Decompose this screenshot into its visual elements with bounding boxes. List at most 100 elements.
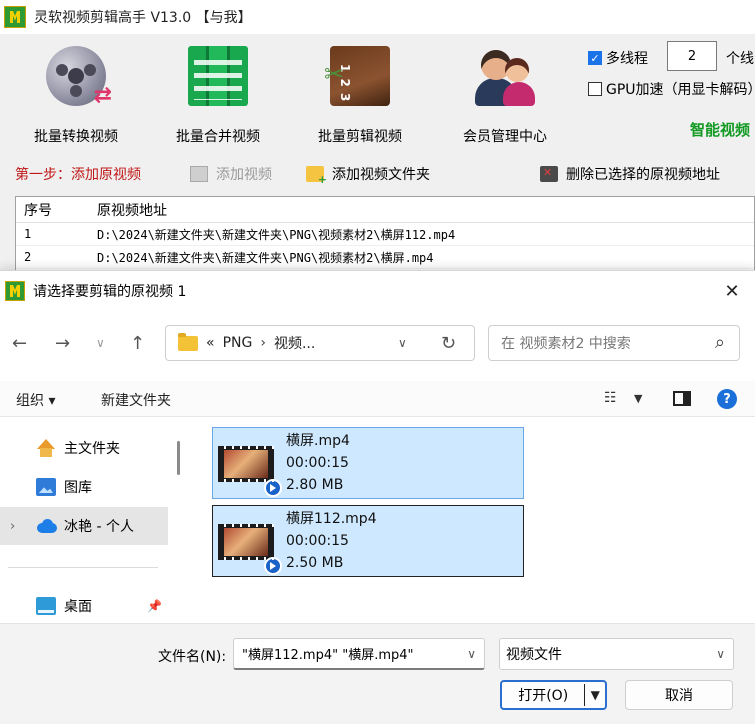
file-type-select[interactable]: 视频文件 ∨: [499, 638, 734, 670]
forward-arrow-icon[interactable]: →: [55, 333, 70, 354]
add-video-button[interactable]: 添加视频: [190, 164, 272, 184]
chevron-right-icon[interactable]: ›: [10, 519, 15, 534]
file-duration: 00:00:15: [286, 455, 349, 471]
chevron-down-icon[interactable]: ∨: [398, 336, 407, 350]
file-size: 2.50 MB: [286, 555, 344, 571]
film-strips-merge-icon: [188, 46, 248, 106]
gpu-accel-checkbox[interactable]: GPU加速（用显卡解码）: [588, 79, 755, 99]
home-icon: [36, 439, 56, 457]
delete-selected-button[interactable]: 删除已选择的原视频地址: [540, 164, 720, 184]
open-button-label: 打开(O): [518, 688, 569, 704]
file-item[interactable]: 横屏.mp4 00:00:15 2.80 MB: [212, 427, 524, 499]
search-placeholder: 在 视频素材2 中搜索: [501, 336, 631, 352]
multithread-checkbox[interactable]: ✓ 多线程: [588, 48, 648, 68]
row-path: D:\2024\新建文件夹\新建文件夹\PNG\视频素材2\横屏.mp4: [97, 250, 434, 265]
column-header-index[interactable]: 序号: [16, 200, 91, 220]
sidebar-item-label: 冰艳 - 个人: [64, 519, 134, 535]
cancel-button[interactable]: 取消: [625, 680, 733, 710]
chevron-down-icon[interactable]: ∨: [716, 647, 725, 661]
delete-icon: [540, 166, 558, 182]
organize-menu[interactable]: 组织 ▾: [16, 390, 55, 410]
navigation-pane: 主文件夹 图库 › 冰艳 - 个人 桌面 📌: [0, 421, 170, 623]
up-arrow-icon[interactable]: ↑: [130, 333, 145, 354]
film-reel-convert-icon: [46, 46, 112, 108]
table-row[interactable]: 2 D:\2024\新建文件夹\新建文件夹\PNG\视频素材2\横屏.mp4: [16, 246, 754, 269]
step-title: 第一步：添加原视频: [15, 167, 141, 183]
batch-convert-button[interactable]: 批量转换视频: [16, 42, 136, 150]
gpu-accel-label: GPU加速（用显卡解码）: [606, 82, 755, 98]
multithread-label: 多线程: [606, 51, 648, 67]
sidebar-item-desktop[interactable]: 桌面 📌: [0, 587, 168, 625]
sidebar-item-label: 桌面: [64, 599, 92, 615]
table-row[interactable]: 1 D:\2024\新建文件夹\新建文件夹\PNG\视频素材2\横屏112.mp…: [16, 223, 754, 246]
new-folder-button[interactable]: 新建文件夹: [101, 390, 171, 410]
checkbox-unchecked-icon: [588, 82, 602, 96]
file-name: 横屏112.mp4: [286, 511, 377, 527]
member-center-label: 会员管理中心: [463, 129, 547, 145]
filename-input[interactable]: "横屏112.mp4" "横屏.mp4" ∨: [233, 638, 485, 670]
folder-add-icon: [306, 166, 327, 186]
back-arrow-icon[interactable]: ←: [12, 333, 27, 354]
row-index: 1: [24, 227, 32, 241]
sidebar-item-label: 图库: [64, 480, 92, 496]
close-icon[interactable]: ✕: [719, 279, 745, 303]
add-folder-button[interactable]: 添加视频文件夹: [306, 164, 430, 186]
smart-video-label[interactable]: 智能视频: [690, 119, 750, 140]
video-thumbnail: [218, 524, 282, 575]
delete-selected-label: 删除已选择的原视频地址: [566, 167, 720, 183]
row-path: D:\2024\新建文件夹\新建文件夹\PNG\视频素材2\横屏112.mp4: [97, 227, 456, 242]
filename-value: "横屏112.mp4" "横屏.mp4": [242, 648, 414, 663]
member-center-button[interactable]: 会员管理中心: [445, 42, 565, 150]
view-dropdown-icon[interactable]: ▼: [634, 392, 642, 405]
media-player-icon: [264, 479, 282, 497]
sidebar-item-onedrive[interactable]: › 冰艳 - 个人: [0, 507, 168, 545]
open-button[interactable]: 打开(O) ▼: [500, 680, 607, 710]
filename-label: 文件名(N):: [158, 649, 227, 665]
file-list[interactable]: 横屏.mp4 00:00:15 2.80 MB 横屏112.mp4 00:00:…: [190, 421, 755, 623]
thread-unit-label: 个线: [726, 51, 754, 67]
file-duration: 00:00:15: [286, 533, 349, 549]
open-file-dialog: 请选择要剪辑的原视频 1 ✕ ← → ∨ ↑ « PNG › 视频... ∨ ↻…: [0, 270, 755, 724]
table-header: 序号 原视频地址: [16, 197, 754, 223]
sidebar-item-label: 主文件夹: [64, 441, 120, 457]
media-player-icon: [264, 557, 282, 575]
dialog-titlebar: 请选择要剪辑的原视频 1 ✕: [0, 271, 755, 311]
column-header-path[interactable]: 原视频地址: [91, 200, 754, 220]
breadcrumb-overflow[interactable]: «: [206, 335, 215, 351]
search-box[interactable]: 在 视频素材2 中搜索 ⌕: [488, 325, 740, 361]
refresh-icon[interactable]: ↻: [441, 333, 456, 354]
batch-edit-label: 批量剪辑视频: [318, 129, 402, 145]
sidebar-item-home[interactable]: 主文件夹: [0, 429, 168, 467]
preview-pane-icon[interactable]: [673, 391, 691, 406]
breadcrumb-png[interactable]: PNG: [223, 335, 253, 351]
help-icon[interactable]: ?: [717, 389, 737, 409]
batch-edit-button[interactable]: 批量剪辑视频: [300, 42, 420, 150]
chevron-down-icon[interactable]: ∨: [467, 647, 476, 661]
batch-merge-button[interactable]: 批量合并视频: [158, 42, 278, 150]
sidebar-item-gallery[interactable]: 图库: [0, 468, 168, 506]
film-icon: [190, 166, 208, 182]
open-dropdown-icon[interactable]: ▼: [585, 688, 605, 702]
app-logo-icon: [4, 6, 26, 28]
file-item[interactable]: 横屏112.mp4 00:00:15 2.50 MB: [212, 505, 524, 577]
video-list-table[interactable]: 序号 原视频地址 1 D:\2024\新建文件夹\新建文件夹\PNG\视频素材2…: [15, 196, 755, 276]
pin-icon[interactable]: 📌: [147, 599, 162, 613]
add-video-label: 添加视频: [216, 167, 272, 183]
dialog-title: 请选择要剪辑的原视频 1: [33, 284, 187, 300]
breadcrumb-video-folder[interactable]: 视频...: [274, 333, 315, 353]
file-type-value: 视频文件: [506, 647, 562, 663]
search-icon[interactable]: ⌕: [715, 332, 725, 353]
file-size: 2.80 MB: [286, 477, 344, 493]
sidebar-scrollbar[interactable]: [177, 441, 180, 475]
sidebar-divider: [8, 567, 158, 568]
breadcrumb-separator[interactable]: ›: [260, 335, 266, 351]
folder-icon: [178, 332, 198, 351]
recent-dropdown-icon[interactable]: ∨: [96, 336, 105, 350]
app-title: 灵软视频剪辑高手 V13.0 【与我】: [34, 10, 252, 26]
address-bar[interactable]: « PNG › 视频... ∨ ↻: [165, 325, 475, 361]
desktop-icon: [36, 597, 56, 615]
thread-count-input[interactable]: 2: [667, 41, 717, 71]
checkbox-checked-icon: ✓: [588, 51, 602, 65]
view-mode-icon[interactable]: ☷: [604, 390, 617, 406]
batch-convert-label: 批量转换视频: [34, 129, 118, 145]
